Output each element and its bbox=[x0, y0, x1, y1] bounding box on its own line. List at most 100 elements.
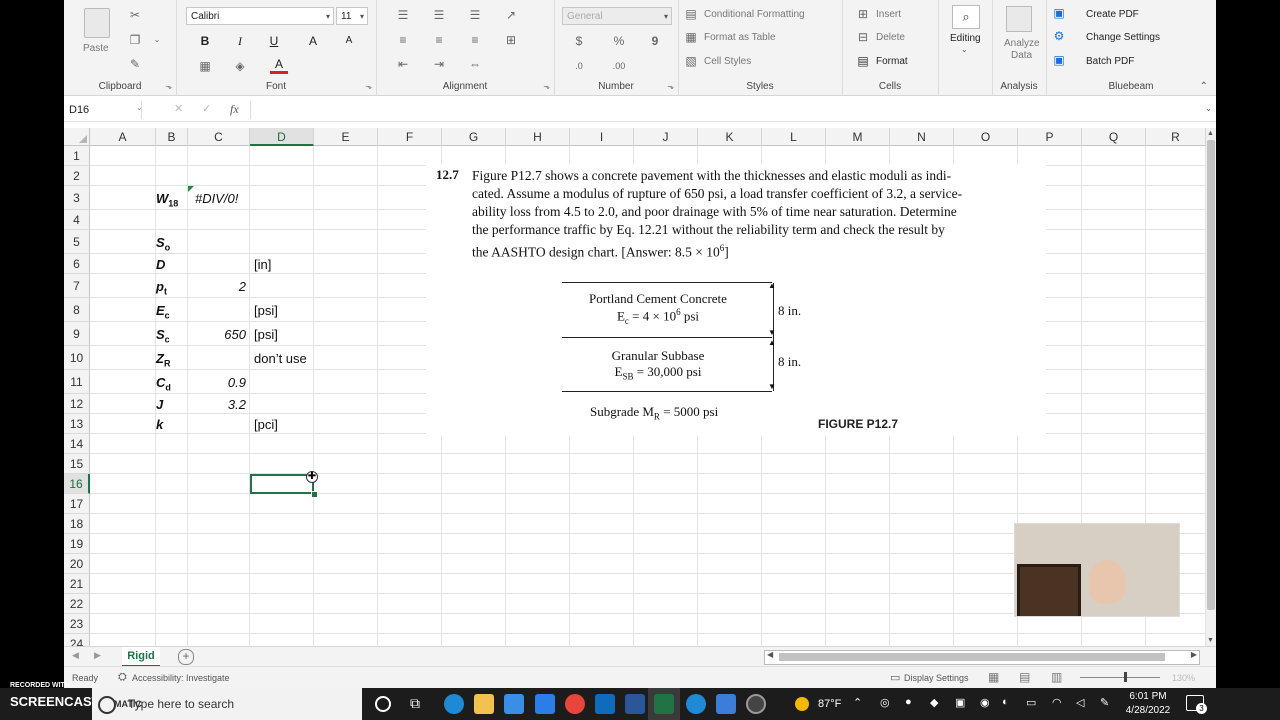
row-header-23[interactable]: 23 bbox=[64, 614, 90, 634]
collapse-ribbon-icon[interactable]: ⌃ bbox=[1200, 81, 1208, 92]
zoom-slider[interactable] bbox=[1080, 677, 1160, 678]
cell-C12[interactable]: 3.2 bbox=[188, 397, 246, 412]
tray-icon-4[interactable]: ▣ bbox=[955, 696, 965, 709]
paste-button[interactable]: Paste bbox=[83, 43, 109, 54]
column-header-F[interactable]: F bbox=[378, 128, 442, 146]
row-header-14[interactable]: 14 bbox=[64, 434, 90, 454]
decrease-font-button[interactable]: A bbox=[340, 32, 358, 50]
widgets-icon[interactable]: ⧉ bbox=[410, 695, 420, 712]
font-family-select[interactable]: Calibri ▾ bbox=[186, 7, 334, 25]
currency-button[interactable]: $ bbox=[570, 32, 588, 50]
italic-button[interactable]: I bbox=[231, 32, 249, 50]
clock-date[interactable]: 4/28/2022 bbox=[1122, 705, 1174, 716]
clock-time[interactable]: 6:01 PM bbox=[1126, 691, 1170, 702]
next-sheet-icon[interactable]: ▶ bbox=[94, 650, 101, 661]
cell-B8[interactable]: Ec bbox=[156, 303, 170, 321]
wrap-text-icon[interactable]: ⊞ bbox=[502, 31, 520, 49]
row-header-15[interactable]: 15 bbox=[64, 454, 90, 474]
row-header-19[interactable]: 19 bbox=[64, 534, 90, 554]
scroll-left-icon[interactable]: ◀ bbox=[767, 650, 773, 659]
column-header-P[interactable]: P bbox=[1018, 128, 1082, 146]
horizontal-scroll-thumb[interactable] bbox=[779, 653, 1165, 661]
vertical-scrollbar[interactable]: ▲ ▼ bbox=[1206, 128, 1216, 646]
align-right-icon[interactable]: ≡ bbox=[466, 31, 484, 49]
worksheet-grid[interactable]: ABCDEFGHIJKLMNOPQR 1 2 3 4 5 6 7 8 9 10 11 12 13 14 15… bbox=[64, 128, 1206, 646]
align-left-icon[interactable]: ≡ bbox=[394, 31, 412, 49]
edge-icon[interactable] bbox=[444, 694, 464, 714]
row-header-4[interactable]: 4 bbox=[64, 210, 90, 230]
edge-dev-icon[interactable] bbox=[686, 694, 706, 714]
volume-icon[interactable]: ◁ bbox=[1076, 696, 1084, 709]
row-header-7[interactable]: 7 bbox=[64, 274, 90, 298]
column-header-R[interactable]: R bbox=[1146, 128, 1206, 146]
row-header-3[interactable]: 3 bbox=[64, 186, 90, 210]
row-header-11[interactable]: 11 bbox=[64, 370, 90, 394]
cell-D6[interactable]: [in] bbox=[254, 257, 271, 272]
row-header-17[interactable]: 17 bbox=[64, 494, 90, 514]
batch-pdf-button[interactable]: Batch PDF bbox=[1086, 56, 1134, 67]
underline-button[interactable]: U bbox=[265, 32, 283, 50]
insert-button[interactable]: Insert bbox=[876, 9, 901, 20]
sheet-tab-rigid[interactable]: Rigid bbox=[122, 647, 160, 667]
chrome-icon[interactable] bbox=[565, 694, 585, 714]
row-header-24[interactable]: 24 bbox=[64, 634, 90, 646]
name-box[interactable]: D16 bbox=[66, 101, 142, 119]
tray-icon-5[interactable]: ◉ bbox=[980, 696, 990, 709]
column-header-L[interactable]: L bbox=[762, 128, 826, 146]
create-pdf-button[interactable]: Create PDF bbox=[1086, 9, 1139, 20]
column-header-K[interactable]: K bbox=[698, 128, 762, 146]
excel-taskbar-active[interactable] bbox=[648, 688, 680, 720]
row-header-9[interactable]: 9 bbox=[64, 322, 90, 346]
accessibility-button[interactable]: Accessibility: Investigate bbox=[132, 673, 230, 683]
analyze-data-line2[interactable]: Data bbox=[1011, 50, 1032, 61]
row-header-21[interactable]: 21 bbox=[64, 574, 90, 594]
cell-D13[interactable]: [pci] bbox=[254, 417, 278, 432]
battery-icon[interactable]: ▭ bbox=[1026, 696, 1036, 709]
column-header-Q[interactable]: Q bbox=[1082, 128, 1146, 146]
row-header-8[interactable]: 8 bbox=[64, 298, 90, 322]
page-layout-icon[interactable]: ▤ bbox=[1019, 670, 1030, 684]
analyze-data-line1[interactable]: Analyze bbox=[1004, 38, 1040, 49]
formula-input[interactable] bbox=[250, 101, 1205, 119]
tray-icon-6[interactable]: ◐ bbox=[1002, 696, 1009, 708]
borders-icon[interactable]: ▦ bbox=[196, 57, 214, 75]
change-settings-button[interactable]: Change Settings bbox=[1086, 32, 1160, 43]
column-header-J[interactable]: J bbox=[634, 128, 698, 146]
add-sheet-button[interactable]: + bbox=[178, 649, 194, 665]
horizontal-scrollbar[interactable]: ◀ ▶ bbox=[764, 650, 1200, 665]
copy-icon[interactable]: ❐ bbox=[126, 31, 144, 49]
column-header-B[interactable]: B bbox=[156, 128, 188, 146]
normal-view-icon[interactable]: ▦ bbox=[988, 670, 999, 684]
problem-figure[interactable]: 12.7 Figure P12.7 shows a concrete pavem… bbox=[426, 164, 1046, 436]
number-launcher-icon[interactable]: ⬎ bbox=[667, 82, 674, 91]
cell-B5[interactable]: So bbox=[156, 235, 170, 253]
increase-decimal-icon[interactable]: .0 bbox=[570, 57, 588, 75]
row-header-1[interactable]: 1 bbox=[64, 146, 90, 166]
tray-icon-3[interactable]: ◆ bbox=[930, 696, 938, 709]
number-format-select[interactable]: General ▾ bbox=[562, 7, 672, 25]
scroll-up-icon[interactable]: ▲ bbox=[1207, 130, 1214, 137]
row-header-18[interactable]: 18 bbox=[64, 514, 90, 534]
prev-sheet-icon[interactable]: ◀ bbox=[72, 650, 79, 661]
column-header-O[interactable]: O bbox=[954, 128, 1018, 146]
alignment-launcher-icon[interactable]: ⬎ bbox=[543, 82, 550, 91]
column-header-H[interactable]: H bbox=[506, 128, 570, 146]
cell-B12[interactable]: J bbox=[156, 397, 163, 415]
tray-icon-2[interactable]: ● bbox=[905, 696, 912, 708]
vertical-scroll-thumb[interactable] bbox=[1207, 140, 1215, 610]
format-as-table-button[interactable]: Format as Table bbox=[704, 32, 776, 43]
orientation-icon[interactable]: ↗ bbox=[502, 6, 520, 24]
cell-D8[interactable]: [psi] bbox=[254, 303, 278, 318]
task-view-icon[interactable] bbox=[375, 696, 391, 712]
cell-D10[interactable]: don’t use bbox=[254, 351, 307, 366]
pen-icon[interactable]: ✎ bbox=[1100, 696, 1109, 709]
format-painter-icon[interactable]: ✎ bbox=[126, 55, 144, 73]
analyze-data-icon[interactable] bbox=[1006, 6, 1032, 32]
decrease-indent-icon[interactable]: ⇤ bbox=[394, 55, 412, 73]
select-all-corner[interactable] bbox=[64, 128, 90, 146]
align-top-icon[interactable]: ☰ bbox=[394, 6, 412, 24]
cancel-icon[interactable]: ✕ bbox=[174, 102, 183, 115]
merge-center-icon[interactable]: ⇔ bbox=[466, 55, 484, 73]
zoom-slider-thumb[interactable] bbox=[1124, 672, 1127, 682]
mail-icon[interactable] bbox=[504, 694, 524, 714]
